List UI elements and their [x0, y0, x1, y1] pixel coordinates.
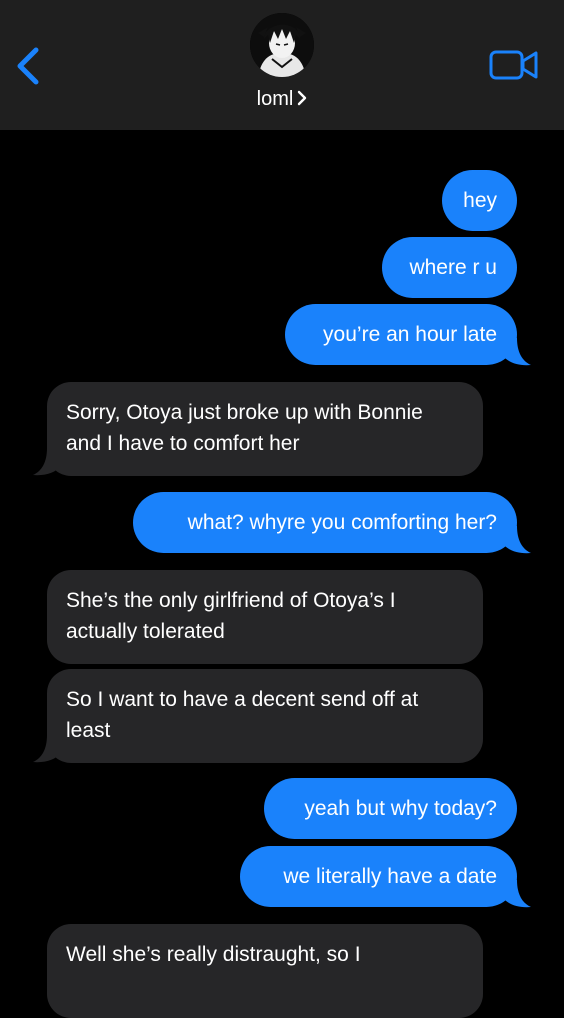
- back-button[interactable]: [14, 44, 44, 88]
- sent-message[interactable]: you’re an hour late: [285, 304, 517, 365]
- contact-name: loml: [256, 88, 294, 110]
- received-bubble-tail: [33, 735, 64, 763]
- video-camera-icon: [489, 50, 538, 80]
- sent-bubble-tail: [500, 880, 531, 908]
- contact-avatar[interactable]: [250, 13, 314, 77]
- message-text: you’re an hour late: [323, 323, 497, 346]
- received-message[interactable]: Sorry, Otoya just broke up with Bonnie a…: [47, 382, 483, 476]
- message-text: what? whyre you comforting her?: [187, 511, 497, 534]
- message-text: we literally have a date: [283, 865, 497, 888]
- sent-message[interactable]: where r u: [382, 237, 517, 298]
- message-text: So I want to have a decent send off at l…: [66, 688, 419, 742]
- sent-message[interactable]: we literally have a date: [240, 846, 517, 907]
- received-message[interactable]: So I want to have a decent send off at l…: [47, 669, 483, 763]
- chevron-right-icon: [297, 87, 307, 113]
- message-text: yeah but why today?: [304, 797, 497, 820]
- message-text: Sorry, Otoya just broke up with Bonnie a…: [66, 401, 423, 455]
- message-text: hey: [463, 189, 497, 212]
- message-thread[interactable]: hey where r u you’re an hour late Sorry,…: [0, 130, 564, 1018]
- sent-message[interactable]: hey: [442, 170, 517, 231]
- sent-bubble-tail: [500, 526, 531, 554]
- message-text: where r u: [409, 256, 497, 279]
- conversation-header: loml: [0, 0, 564, 130]
- avatar-image: [250, 13, 314, 77]
- received-message[interactable]: She’s the only girlfriend of Otoya’s I a…: [47, 570, 483, 664]
- sent-bubble-tail: [500, 338, 531, 366]
- message-text: Well she’s really distraught, so I: [66, 943, 361, 966]
- chevron-left-icon: [17, 47, 39, 85]
- message-text: She’s the only girlfriend of Otoya’s I a…: [66, 589, 396, 643]
- received-bubble-tail: [33, 448, 64, 476]
- sent-message[interactable]: yeah but why today?: [264, 778, 517, 839]
- contact-name-button[interactable]: loml: [0, 86, 564, 113]
- video-call-button[interactable]: [488, 48, 540, 82]
- sent-message[interactable]: what? whyre you comforting her?: [133, 492, 517, 553]
- received-message[interactable]: Well she’s really distraught, so I: [47, 924, 483, 1018]
